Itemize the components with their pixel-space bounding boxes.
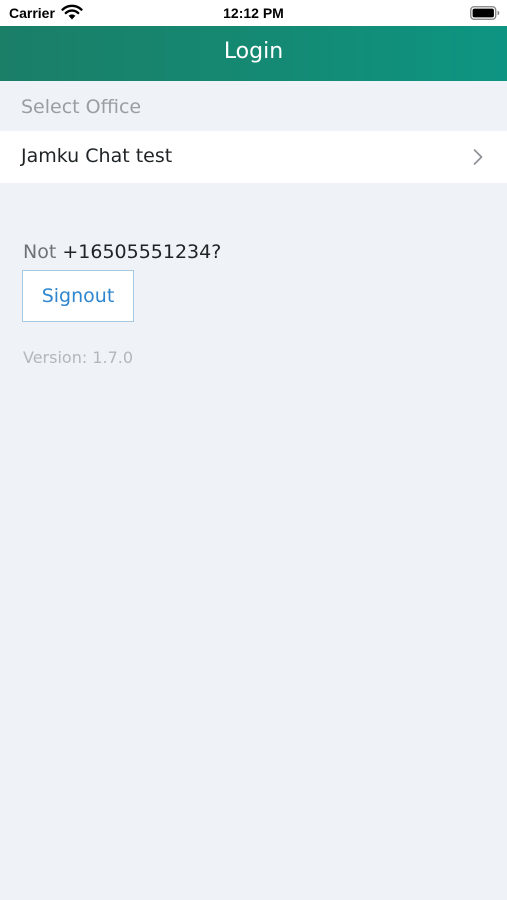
version-label: Version: 1.7.0 (23, 348, 134, 367)
select-office-header: Select Office (21, 96, 142, 118)
navigation-bar: Login (0, 26, 507, 81)
not-label: Not (23, 241, 57, 263)
phone-number: +16505551234? (62, 241, 222, 263)
status-bar: Carrier 12:12 PM (0, 0, 507, 26)
signout-button[interactable]: Signout (22, 270, 134, 322)
office-row[interactable]: Jamku Chat test (0, 131, 507, 183)
office-name: Jamku Chat test (21, 145, 173, 167)
clock-time: 12:12 PM (223, 5, 284, 21)
battery-icon (470, 6, 500, 20)
page-title: Login (223, 39, 284, 64)
not-you-prompt: Not +16505551234? (23, 241, 221, 263)
chevron-right-icon (473, 149, 483, 165)
